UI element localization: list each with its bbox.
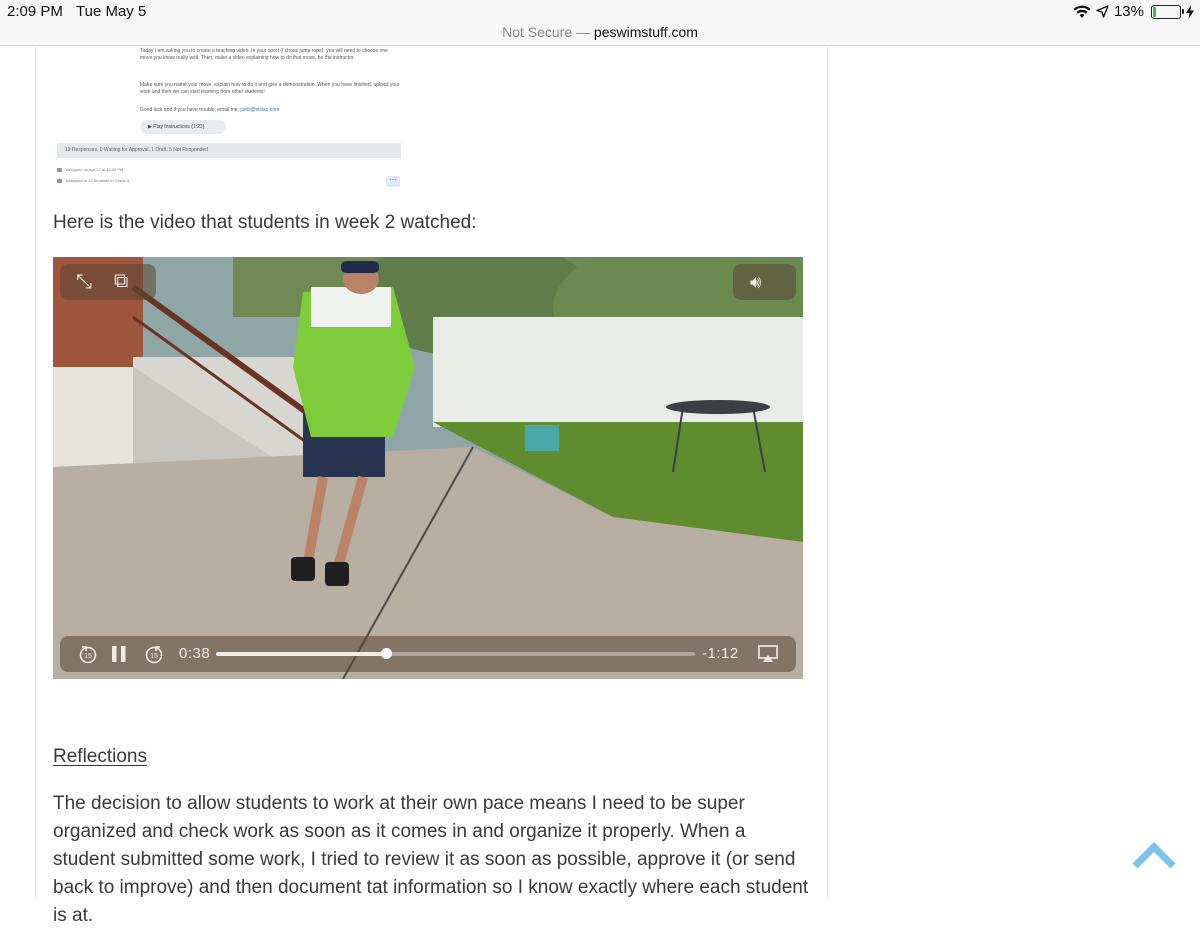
- assigned-to-text: Assigned to 19 Students in Grade 5: [66, 178, 130, 183]
- skip-forward-label: 15: [150, 653, 158, 660]
- skip-back-label: 15: [84, 653, 92, 660]
- expand-icon[interactable]: ⤡: [76, 272, 92, 292]
- email-link: joels@vislao.com: [240, 107, 280, 113]
- time-remaining: -1:12: [702, 645, 739, 662]
- wifi-icon: [1073, 5, 1091, 18]
- assigned-on-text: Assigned on Apr 27 at 12:30 PM: [66, 167, 124, 172]
- skip-forward-15-icon[interactable]: 15: [144, 644, 164, 664]
- assignment-screenshot: Today I am asking you to create a teachi…: [53, 46, 403, 191]
- responses-summary: 13 Responses, 0 Waiting for Approval, 1 …: [57, 143, 401, 158]
- video-player[interactable]: ⤡ ⧉ 🔊︎ 15 15 0:38 -1:12: [53, 257, 803, 679]
- video-volume-controls: 🔊︎: [733, 264, 796, 300]
- embed-paragraph: Good luck and if you have trouble, email…: [140, 107, 400, 114]
- status-time: 2:09 PM: [7, 3, 63, 20]
- status-date: Tue May 5: [76, 3, 147, 20]
- airplay-icon[interactable]: [758, 645, 778, 663]
- volume-icon[interactable]: 🔊︎: [750, 272, 761, 292]
- battery-percent: 13%: [1113, 3, 1144, 20]
- url-domain[interactable]: peswimstuff.com: [594, 24, 698, 40]
- battery-icon: [1151, 4, 1184, 19]
- assigned-on: Assigned on Apr 27 at 12:30 PM: [57, 167, 123, 172]
- assigned-to: Assigned to 19 Students in Grade 5: [57, 178, 129, 183]
- progress-slider[interactable]: [216, 648, 695, 659]
- location-icon: [1096, 5, 1109, 18]
- skip-back-15-icon[interactable]: 15: [78, 644, 98, 664]
- address-bar[interactable]: Not Secure — peswimstuff.com: [0, 24, 1200, 46]
- embed-paragraph: Make sure you name your move, explain ho…: [140, 82, 400, 95]
- picture-in-picture-icon[interactable]: ⧉: [114, 271, 128, 291]
- play-instructions-button: ▶ Play Instructions (1:23): [140, 120, 226, 134]
- video-top-controls: ⤡ ⧉: [60, 264, 156, 300]
- status-bar: 2:09 PM Tue May 5 13%: [0, 0, 1200, 24]
- embed-paragraph: Today I am asking you to create a teachi…: [140, 48, 388, 61]
- scroll-to-top-icon[interactable]: [1131, 840, 1177, 870]
- reflections-heading: Reflections: [53, 746, 147, 767]
- embed-text: Good luck and if you have trouble, email…: [140, 107, 241, 113]
- progress-fill: [216, 652, 387, 656]
- status-indicators: 13%: [1073, 3, 1194, 20]
- video-intro-text: Here is the video that students in week …: [53, 212, 477, 233]
- time-elapsed: 0:38: [179, 645, 211, 662]
- charging-bolt-icon: [1186, 4, 1194, 19]
- battery-level: [1153, 6, 1156, 17]
- reflections-paragraph: The decision to allow students to work a…: [53, 793, 809, 926]
- security-label: Not Secure —: [502, 24, 591, 40]
- calendar-icon: [57, 167, 62, 172]
- video-playback-controls: 15 15 0:38 -1:12: [60, 636, 796, 672]
- pause-icon[interactable]: [111, 645, 127, 663]
- progress-knob[interactable]: [381, 648, 393, 659]
- students-icon: [57, 178, 62, 183]
- video-frame: [53, 257, 803, 679]
- more-options-button: ···: [386, 176, 400, 187]
